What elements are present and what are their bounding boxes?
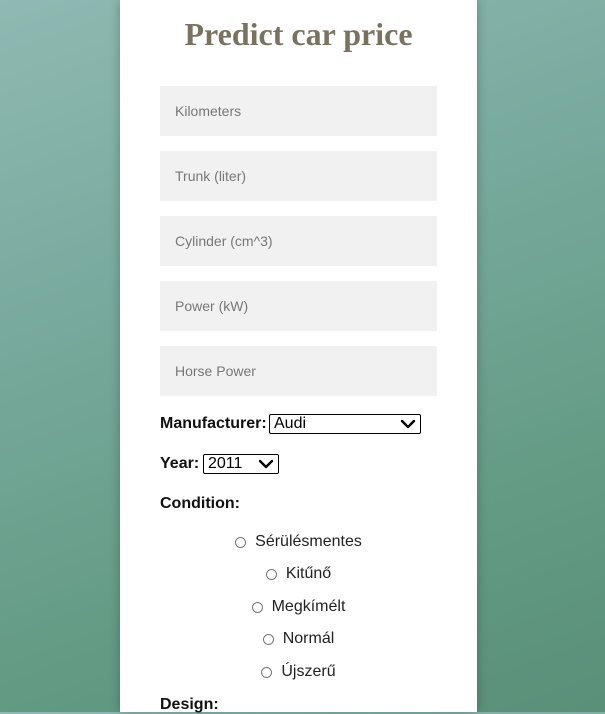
condition-option-label: Sérülésmentes [255, 533, 362, 550]
horse-power-input[interactable] [160, 346, 437, 396]
year-select[interactable]: 2011 [203, 454, 279, 474]
condition-option-label: Normál [282, 630, 335, 647]
condition-label: Condition: [160, 495, 240, 512]
condition-option-ujszeru[interactable]: Újszerű [120, 663, 477, 681]
radio-button[interactable] [262, 633, 274, 645]
radio-button[interactable] [265, 568, 277, 580]
form-card: Predict car price Manufacturer: Audi Yea… [120, 0, 477, 713]
condition-option-label: Megkímélt [271, 598, 346, 615]
condition-option-label: Újszerű [281, 663, 336, 680]
chevron-down-icon [258, 459, 274, 469]
condition-option-serulesmentes[interactable]: Sérülésmentes [120, 533, 477, 551]
manufacturer-select[interactable]: Audi [269, 414, 421, 434]
kilometers-input[interactable] [160, 86, 437, 136]
radio-button[interactable] [251, 601, 263, 613]
condition-option-kituno[interactable]: Kitűnő [120, 565, 477, 583]
power-kw-input[interactable] [160, 281, 437, 331]
trunk-input[interactable] [160, 151, 437, 201]
manufacturer-label: Manufacturer: [160, 415, 267, 432]
design-label: Design: [160, 696, 219, 713]
manufacturer-selected-value: Audi [274, 415, 307, 432]
condition-option-megkimelt[interactable]: Megkímélt [120, 598, 477, 616]
radio-button[interactable] [235, 536, 247, 548]
condition-option-label: Kitűnő [285, 565, 332, 582]
cylinder-input[interactable] [160, 216, 437, 266]
year-selected-value: 2011 [208, 455, 243, 472]
condition-option-normal[interactable]: Normál [120, 630, 477, 648]
page-title: Predict car price [184, 16, 413, 52]
radio-button[interactable] [261, 666, 273, 678]
year-label: Year: [160, 455, 200, 472]
chevron-down-icon [400, 419, 416, 429]
